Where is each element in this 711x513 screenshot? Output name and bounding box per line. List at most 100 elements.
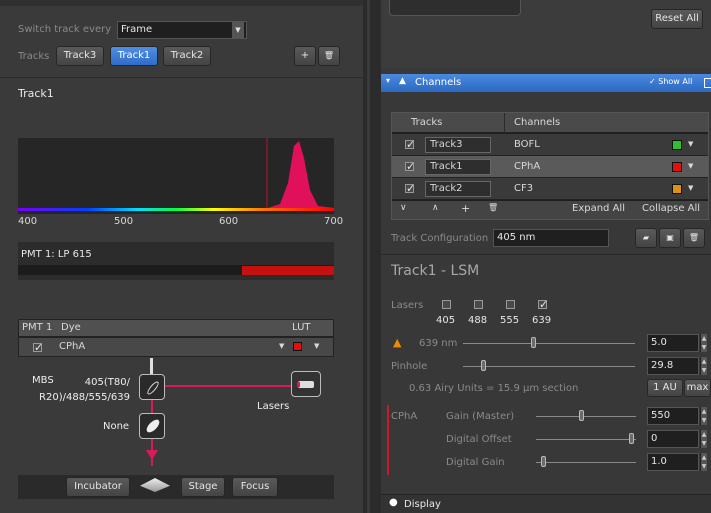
track-config-input[interactable]: 405 nm [493, 229, 609, 247]
mirror-icon [145, 379, 161, 397]
tick-500: 500 [114, 216, 134, 227]
tracks-label: Tracks [18, 51, 50, 62]
check-icon: ✓ [539, 298, 549, 311]
max-button[interactable]: max [684, 379, 711, 397]
channel-color-swatch[interactable] [672, 140, 682, 150]
channels-title: Channels [415, 77, 462, 88]
channel-color-swatch[interactable] [672, 162, 682, 172]
digital-gain-spinner[interactable]: ▲ ▼ [700, 453, 707, 471]
trash-icon: 🗑 [688, 233, 700, 242]
move-down-icon[interactable]: ∨ [400, 203, 407, 213]
display-label: Display [404, 499, 441, 510]
collapse-all-button[interactable]: Collapse All [642, 203, 700, 214]
channel-name: CPhA [514, 161, 541, 172]
offset-spinner[interactable]: ▲ ▼ [700, 430, 707, 448]
track-checkbox[interactable]: ✓ [405, 139, 415, 150]
reset-all-button[interactable]: Reset All [651, 9, 703, 29]
tick-400: 400 [18, 216, 38, 227]
channels-icon: ▲ [399, 76, 406, 86]
collapse-arrow-icon: ▾ [386, 76, 391, 85]
delete-config-button[interactable]: 🗑 [683, 228, 705, 248]
expand-icon: ● [389, 497, 398, 508]
expand-all-button[interactable]: Expand All [572, 203, 625, 214]
arrow-down-icon [146, 450, 158, 460]
laser-line-label: 639 nm [419, 338, 458, 349]
digital-gain-input[interactable]: 1.0 [647, 453, 699, 471]
offset-label: Digital Offset [446, 434, 512, 445]
pinhole-spinner[interactable]: ▲ ▼ [700, 357, 707, 375]
panel-divider[interactable] [363, 0, 381, 513]
offset-slider[interactable] [536, 439, 636, 440]
track-checkbox[interactable]: ✓ [405, 183, 415, 194]
channels-header[interactable]: ▾ ▲ Channels ✓ Show All [381, 74, 711, 92]
lasers-button[interactable] [291, 371, 321, 397]
tab-track3[interactable]: Track3 [56, 46, 104, 66]
track-name[interactable]: Track1 [425, 159, 491, 175]
pinhole-thumb[interactable] [481, 360, 486, 371]
switch-track-dropdown[interactable]: Frame ▼ [117, 21, 247, 39]
digital-gain-slider[interactable] [536, 462, 636, 463]
show-all-toggle[interactable]: ✓ Show All [649, 77, 692, 86]
track-checkbox[interactable]: ✓ [405, 161, 415, 172]
mbs-button[interactable] [139, 374, 165, 400]
incubator-button[interactable]: Incubator [66, 477, 130, 497]
chevron-down-icon: ▼ [279, 342, 285, 350]
display-section-header[interactable]: ● Display [381, 494, 711, 513]
laser-checkbox-405[interactable] [442, 300, 451, 309]
tick-600: 600 [219, 216, 239, 227]
tab-track2[interactable]: Track2 [163, 46, 211, 66]
chevron-down-icon: ▼ [314, 342, 320, 350]
gain-thumb[interactable] [579, 410, 584, 421]
pmt-filter-panel: PMT 1: LP 615 [18, 242, 334, 280]
save-icon: ▣ [666, 233, 674, 242]
open-config-button[interactable]: ▰ [635, 228, 657, 248]
focus-button[interactable]: Focus [232, 477, 278, 497]
dye-checkbox[interactable]: ✓ [33, 342, 43, 353]
lut-color-swatch[interactable] [293, 342, 302, 351]
table-row[interactable]: ✓ Track1 CPhA ▼ [392, 156, 708, 178]
spectrum-view[interactable] [18, 138, 334, 214]
pinhole-input[interactable]: 29.8 [647, 357, 699, 375]
add-track-button[interactable]: + [294, 46, 316, 66]
laser-power-input[interactable]: 5.0 [647, 334, 699, 352]
gain-label: Gain (Master) [446, 411, 515, 422]
pmt-filter-range[interactable] [242, 266, 334, 275]
laser-wavelength-label: 639 [532, 315, 552, 326]
laser-checkbox-555[interactable] [506, 300, 515, 309]
offset-thumb[interactable] [629, 433, 634, 444]
track-name[interactable]: Track2 [425, 181, 491, 197]
table-header: Tracks Channels [392, 113, 708, 133]
laser-power-thumb[interactable] [531, 337, 536, 348]
delete-track-button[interactable]: 🗑 [318, 46, 340, 66]
dye-row[interactable]: ✓ CPhA ▼ ▼ [18, 337, 334, 357]
move-up-icon[interactable]: ∧ [432, 203, 439, 213]
offset-input[interactable]: 0 [647, 430, 699, 448]
mirror-icon [144, 417, 162, 435]
section-title: Track1 - LSM [391, 263, 480, 279]
laser-checkbox-639[interactable]: ✓ [538, 298, 549, 311]
trash-icon[interactable]: 🗑 [488, 203, 498, 212]
track-name[interactable]: Track3 [425, 137, 491, 153]
digital-gain-thumb[interactable] [541, 456, 546, 467]
track-config-label: Track Configuration [391, 233, 489, 244]
dye-table-header: PMT 1 Dye LUT [18, 319, 334, 337]
laser-checkbox-488[interactable] [474, 300, 483, 309]
tab-track1[interactable]: Track1 [110, 46, 158, 66]
gain-input[interactable]: 550 [647, 407, 699, 425]
lasers-label: Lasers [257, 401, 290, 412]
secondary-filter-button[interactable] [139, 413, 165, 439]
gain-slider[interactable] [536, 416, 636, 417]
save-config-button[interactable]: ▣ [659, 228, 681, 248]
gain-spinner[interactable]: ▲ ▼ [700, 407, 707, 425]
laser-icon [298, 381, 314, 388]
pinhole-slider[interactable] [463, 366, 635, 367]
one-au-button[interactable]: 1 AU [647, 379, 683, 397]
add-icon[interactable]: + [461, 202, 470, 215]
table-row[interactable]: ✓ Track3 BOFL ▼ [392, 134, 708, 156]
laser-power-slider[interactable] [463, 343, 635, 344]
table-row[interactable]: ✓ Track2 CF3 ▼ [392, 178, 708, 200]
top-field[interactable] [389, 0, 521, 16]
stage-button[interactable]: Stage [181, 477, 225, 497]
channel-color-swatch[interactable] [672, 184, 682, 194]
laser-power-spinner[interactable]: ▲ ▼ [700, 334, 707, 352]
